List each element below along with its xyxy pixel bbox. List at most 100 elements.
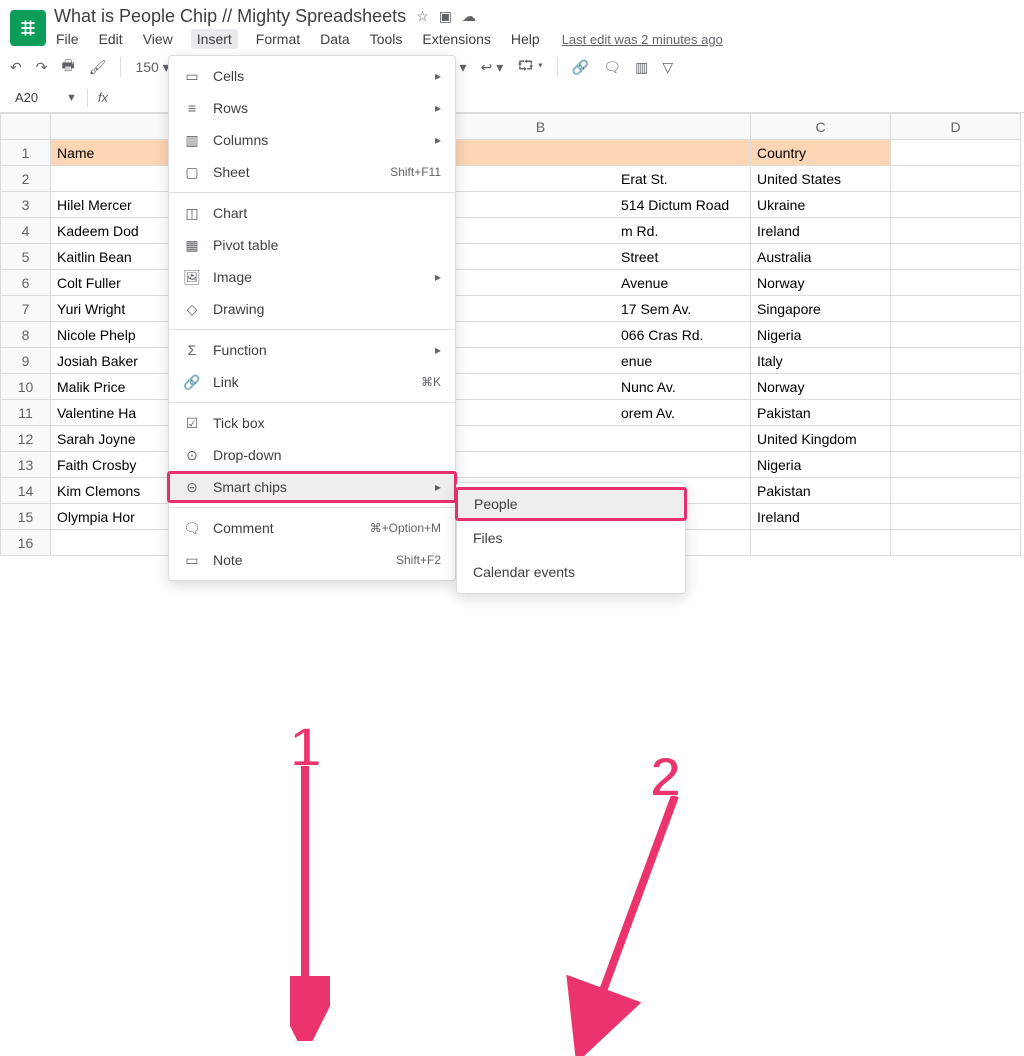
cell[interactable] xyxy=(891,140,1021,166)
zoom-select[interactable]: 150 ▾ xyxy=(135,59,169,76)
insert-dropdown[interactable]: ⊙Drop-down xyxy=(169,439,455,471)
row-header[interactable]: 12 xyxy=(1,426,51,452)
row-header[interactable]: 9 xyxy=(1,348,51,374)
cell[interactable] xyxy=(891,400,1021,426)
menu-tools[interactable]: Tools xyxy=(368,29,405,49)
cell[interactable] xyxy=(891,426,1021,452)
insert-sheet[interactable]: ▢SheetShift+F11 xyxy=(169,156,455,188)
cell[interactable]: Norway xyxy=(751,374,891,400)
menu-help[interactable]: Help xyxy=(509,29,542,49)
link-icon[interactable]: 🔗 xyxy=(572,59,589,76)
cell[interactable]: United Kingdom xyxy=(751,426,891,452)
select-all-corner[interactable] xyxy=(1,114,51,140)
insert-note[interactable]: ▭NoteShift+F2 xyxy=(169,544,455,576)
name-box[interactable]: A20 xyxy=(10,87,60,108)
cell[interactable]: Ireland xyxy=(751,504,891,530)
row-header[interactable]: 7 xyxy=(1,296,51,322)
cell[interactable]: Nigeria xyxy=(751,452,891,478)
cell[interactable] xyxy=(751,530,891,556)
cell[interactable]: Australia xyxy=(751,244,891,270)
menu-format[interactable]: Format xyxy=(254,29,302,49)
cell[interactable] xyxy=(891,348,1021,374)
cell[interactable]: Country xyxy=(751,140,891,166)
row-header[interactable]: 1 xyxy=(1,140,51,166)
redo-icon[interactable]: ↷ xyxy=(36,59,48,76)
cell[interactable] xyxy=(891,166,1021,192)
cell[interactable]: United States xyxy=(751,166,891,192)
cell[interactable] xyxy=(891,504,1021,530)
insert-menu-dropdown[interactable]: ▭Cells▸ ≡Rows▸ ▥Columns▸ ▢SheetShift+F11… xyxy=(168,55,456,581)
star-icon[interactable]: ☆ xyxy=(416,8,429,25)
smart-chips-submenu[interactable]: People Files Calendar events xyxy=(456,482,686,594)
cell[interactable] xyxy=(891,530,1021,556)
insert-function[interactable]: ΣFunction▸ xyxy=(169,334,455,366)
row-header[interactable]: 10 xyxy=(1,374,51,400)
pivot-icon: ▦ xyxy=(183,237,201,254)
cell[interactable]: Ukraine xyxy=(751,192,891,218)
cell[interactable]: Nigeria xyxy=(751,322,891,348)
insert-rows[interactable]: ≡Rows▸ xyxy=(169,92,455,124)
menu-data[interactable]: Data xyxy=(318,29,352,49)
insert-comment[interactable]: 🗨Comment⌘+Option+M xyxy=(169,512,455,544)
cell[interactable] xyxy=(891,218,1021,244)
row-header[interactable]: 16 xyxy=(1,530,51,556)
cell[interactable]: Pakistan xyxy=(751,478,891,504)
cell[interactable] xyxy=(891,478,1021,504)
separator xyxy=(120,57,121,77)
insert-drawing[interactable]: ◇Drawing xyxy=(169,293,455,325)
wrap-icon[interactable]: ↩ ▾ xyxy=(481,59,504,76)
cell[interactable]: Pakistan xyxy=(751,400,891,426)
rotate-icon[interactable]: ⮔ ▾ xyxy=(517,55,543,79)
insert-smart-chips[interactable]: ⊝Smart chips▸ xyxy=(167,471,457,503)
row-header[interactable]: 3 xyxy=(1,192,51,218)
row-header[interactable]: 4 xyxy=(1,218,51,244)
insert-link[interactable]: 🔗Link⌘K xyxy=(169,366,455,398)
doc-title[interactable]: What is People Chip // Mighty Spreadshee… xyxy=(54,6,406,27)
insert-cells[interactable]: ▭Cells▸ xyxy=(169,60,455,92)
cell[interactable]: Ireland xyxy=(751,218,891,244)
row-header[interactable]: 13 xyxy=(1,452,51,478)
paint-format-icon[interactable]: 🖌 xyxy=(89,59,107,76)
cell[interactable] xyxy=(891,452,1021,478)
cloud-status-icon[interactable]: ☁ xyxy=(462,8,476,25)
cell[interactable] xyxy=(891,374,1021,400)
cell[interactable] xyxy=(891,244,1021,270)
filter-icon[interactable]: ▽ xyxy=(662,59,673,76)
cell[interactable] xyxy=(891,296,1021,322)
row-header[interactable]: 14 xyxy=(1,478,51,504)
menu-extensions[interactable]: Extensions xyxy=(420,29,492,49)
row-header[interactable]: 2 xyxy=(1,166,51,192)
undo-icon[interactable]: ↶ xyxy=(10,59,22,76)
insert-columns[interactable]: ▥Columns▸ xyxy=(169,124,455,156)
insert-chart[interactable]: ◫Chart xyxy=(169,197,455,229)
row-header[interactable]: 5 xyxy=(1,244,51,270)
menu-insert[interactable]: Insert xyxy=(191,29,238,49)
last-edit-link[interactable]: Last edit was 2 minutes ago xyxy=(562,32,723,47)
cell[interactable] xyxy=(891,270,1021,296)
smartchip-calendar[interactable]: Calendar events xyxy=(457,555,685,589)
menu-file[interactable]: File xyxy=(54,29,81,49)
smartchip-people[interactable]: People xyxy=(455,487,687,521)
dropdown-caret-icon[interactable]: ▼ xyxy=(66,92,77,104)
print-icon[interactable]: 🖶 xyxy=(61,55,74,79)
row-header[interactable]: 15 xyxy=(1,504,51,530)
cell[interactable]: Norway xyxy=(751,270,891,296)
menu-edit[interactable]: Edit xyxy=(97,29,125,49)
column-header-C[interactable]: C xyxy=(751,114,891,140)
insert-pivot[interactable]: ▦Pivot table xyxy=(169,229,455,261)
smartchip-files[interactable]: Files xyxy=(457,521,685,555)
column-header-D[interactable]: D xyxy=(891,114,1021,140)
row-header[interactable]: 11 xyxy=(1,400,51,426)
cell[interactable] xyxy=(891,322,1021,348)
move-icon[interactable]: ▣ xyxy=(439,8,452,25)
insert-image[interactable]: 🖼Image▸ xyxy=(169,261,455,293)
row-header[interactable]: 8 xyxy=(1,322,51,348)
insert-tickbox[interactable]: ☑Tick box xyxy=(169,407,455,439)
cell[interactable] xyxy=(891,192,1021,218)
cell[interactable]: Italy xyxy=(751,348,891,374)
menu-view[interactable]: View xyxy=(141,29,175,49)
comment-icon[interactable]: 🗨 xyxy=(603,59,621,76)
insert-chart-icon[interactable]: ▥ xyxy=(635,59,648,76)
cell[interactable]: Singapore xyxy=(751,296,891,322)
row-header[interactable]: 6 xyxy=(1,270,51,296)
